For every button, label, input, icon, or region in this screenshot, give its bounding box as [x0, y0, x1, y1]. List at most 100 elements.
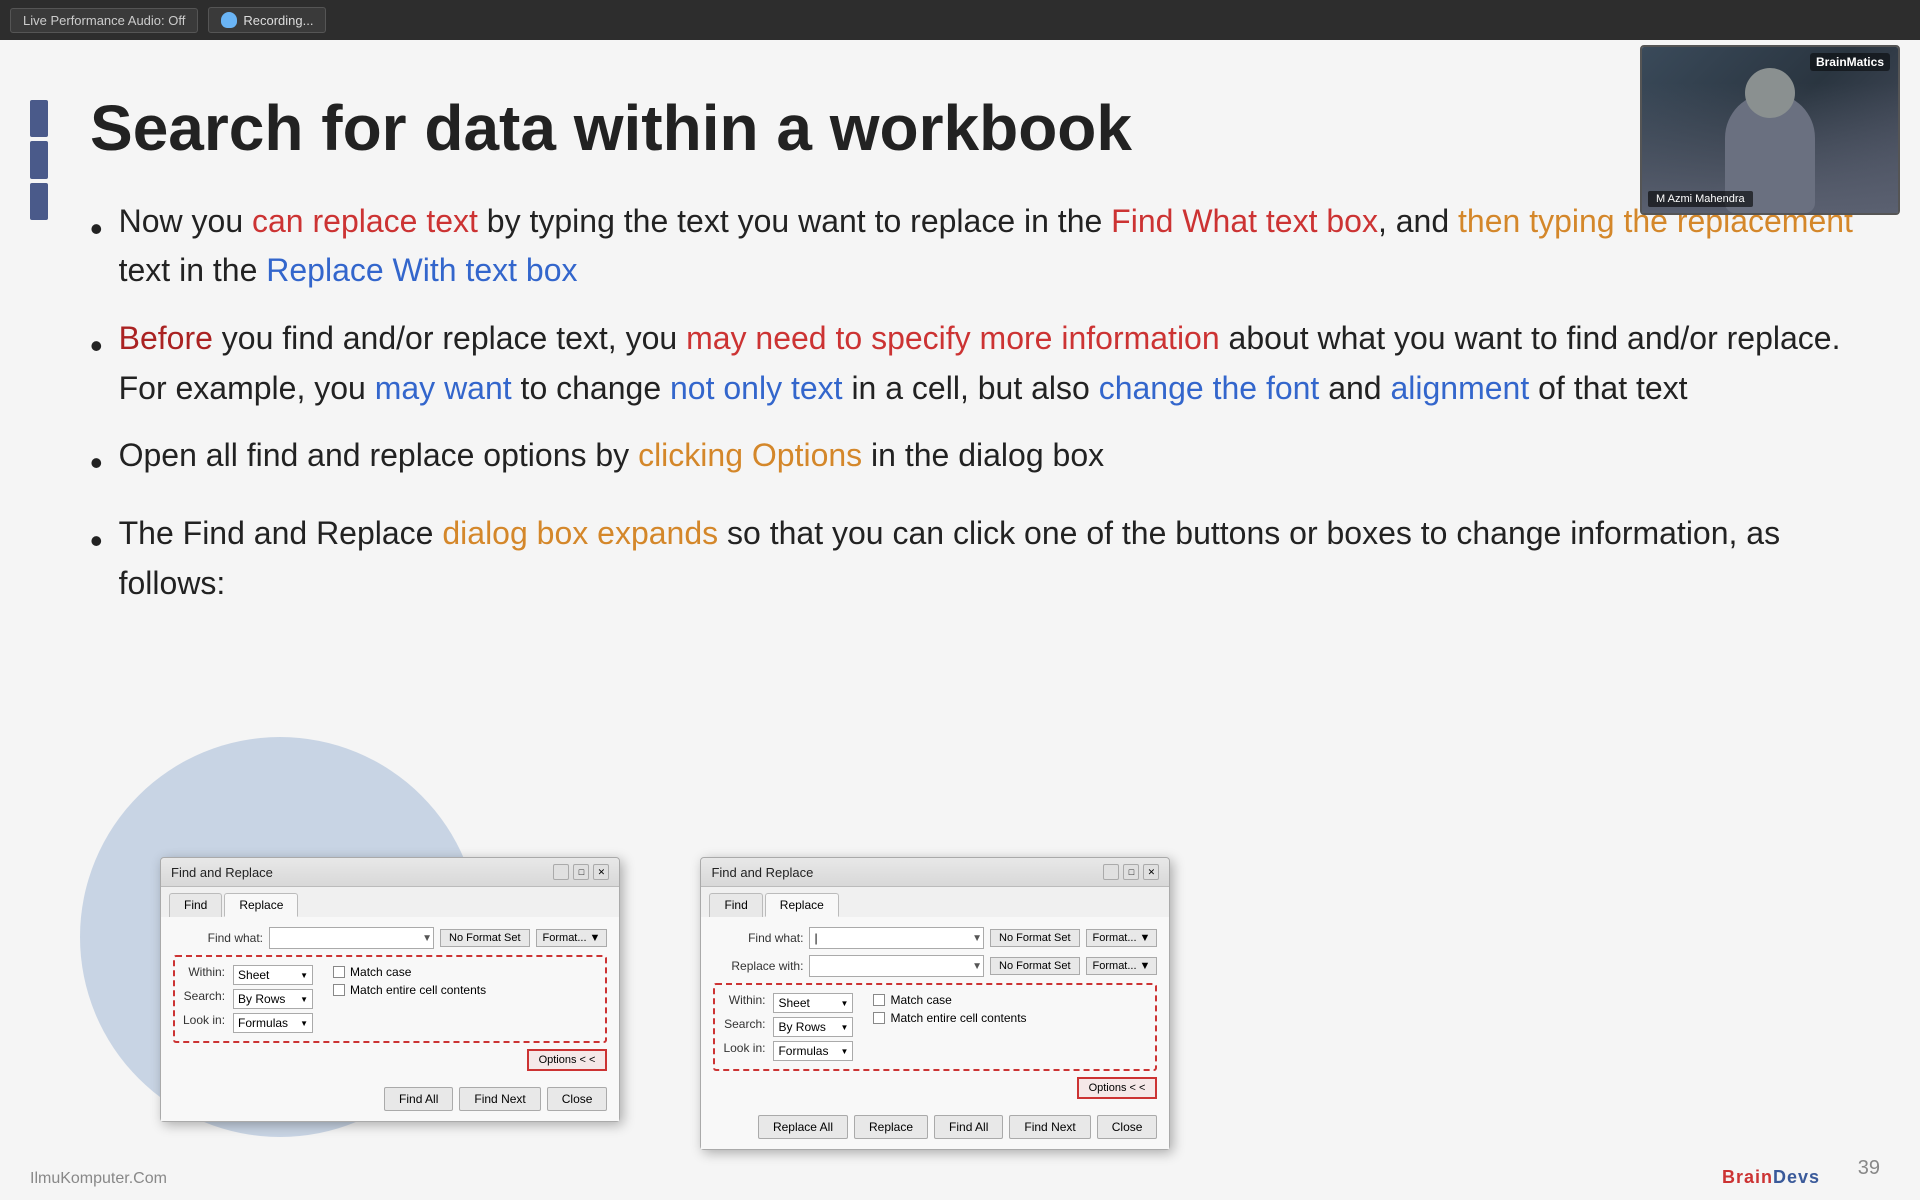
braindevs-logo: BrainDevs — [1722, 1167, 1820, 1188]
dialog1-within-arrow: ▼ — [300, 971, 308, 980]
person-head — [1745, 68, 1795, 118]
dialog1-match-cell-checkbox[interactable] — [333, 984, 345, 996]
recording-btn[interactable]: Recording... — [208, 7, 326, 33]
dialog2-replace-format-btn[interactable]: No Format Set — [990, 957, 1080, 975]
dialog2-find-format-label: Format... — [1093, 932, 1137, 944]
dialog2-within-arrow: ▼ — [841, 999, 849, 1008]
accent-seg-3 — [30, 183, 48, 220]
dialog1-lookin-label: Look in: — [183, 1013, 225, 1033]
slide-number: 39 — [1858, 1157, 1880, 1180]
dialog1-match-case-checkbox[interactable] — [333, 966, 345, 978]
dialog1-options-grid: Within: Sheet ▼ Search: By Rows ▼ — [183, 965, 313, 1033]
dialog2-find-row: Find what: ▼ No Format Set Format... ▼ — [713, 927, 1157, 949]
bullets-container: • Now you can replace text by typing the… — [90, 197, 1860, 608]
dialog1-maximize[interactable]: □ — [573, 864, 589, 880]
dialog2-replace-format-dropdown[interactable]: Format... ▼ — [1086, 957, 1158, 975]
dialog2-match-cell-label: Match entire cell contents — [890, 1011, 1026, 1025]
dialog2-lookin-arrow: ▼ — [841, 1047, 849, 1056]
dialog2-replace-btn[interactable]: Replace — [854, 1115, 928, 1139]
dialog2-lookin-select[interactable]: Formulas ▼ — [773, 1041, 853, 1061]
dialog2-find-input-arrow: ▼ — [972, 933, 982, 944]
webcam-brand-logo: BrainMatics — [1810, 53, 1890, 71]
dialog2-options-grid: Within: Sheet ▼ Search: By Rows ▼ Look i… — [723, 993, 853, 1061]
bullet-text-4: The Find and Replace dialog box expands … — [119, 509, 1860, 608]
span-dialog-expands: dialog box expands — [442, 515, 718, 551]
bullet-dot-2: • — [90, 318, 103, 374]
dialog2-tab-find[interactable]: Find — [709, 893, 762, 917]
dialog2-find-input[interactable] — [809, 927, 984, 949]
dialog1-tab-find[interactable]: Find — [169, 893, 222, 917]
dialog2-search-value: By Rows — [778, 1020, 825, 1034]
dialog2-find-all-btn[interactable]: Find All — [934, 1115, 1003, 1139]
dialog2-footer: Replace All Replace Find All Find Next C… — [701, 1109, 1169, 1149]
dialog2-within-value: Sheet — [778, 996, 809, 1010]
dialog2-find-label: Find what: — [713, 931, 803, 945]
dialog1-within-select[interactable]: Sheet ▼ — [233, 965, 313, 985]
dialog2-search-label: Search: — [723, 1017, 765, 1037]
cloud-icon — [221, 12, 237, 28]
dialog2-replace-row: Replace with: ▼ No Format Set Format... … — [713, 955, 1157, 977]
dialog1-find-next-btn[interactable]: Find Next — [459, 1087, 540, 1111]
span-change-font: change the font — [1099, 370, 1320, 406]
dialog2-options-box: Within: Sheet ▼ Search: By Rows ▼ Look i… — [713, 983, 1157, 1071]
live-audio-btn[interactable]: Live Performance Audio: Off — [10, 8, 198, 33]
dialog2-replace-input-arrow: ▼ — [972, 961, 982, 972]
dialog1-titlebar: Find and Replace □ ✕ — [161, 858, 619, 887]
dialog2-find-format-btn[interactable]: No Format Set — [990, 929, 1080, 947]
dialog2-controls: □ ✕ — [1103, 864, 1159, 880]
dialog1-search-arrow: ▼ — [300, 995, 308, 1004]
dialog2-options-btn[interactable]: Options < < — [1077, 1077, 1158, 1099]
dialog1-close[interactable]: ✕ — [593, 864, 609, 880]
bullet-dot-1: • — [90, 201, 103, 257]
slide-area: Search for data within a workbook • Now … — [0, 40, 1920, 1200]
dialog2-minimize[interactable] — [1103, 864, 1119, 880]
accent-seg-1 — [30, 100, 48, 137]
dialog1-title: Find and Replace — [171, 865, 273, 880]
dialog1-lookin-select[interactable]: Formulas ▼ — [233, 1013, 313, 1033]
dialog1-footer: Find All Find Next Close — [161, 1081, 619, 1121]
dialog2-close-btn[interactable]: Close — [1097, 1115, 1158, 1139]
dialog2: Find and Replace □ ✕ Find Replace Find w… — [700, 857, 1170, 1150]
dialog2-replace-input[interactable] — [809, 955, 984, 977]
dialog1-options-area: Within: Sheet ▼ Search: By Rows ▼ — [183, 965, 597, 1033]
dialog1-find-input[interactable] — [269, 927, 434, 949]
dialog2-match-case-checkbox[interactable] — [873, 994, 885, 1006]
dialog1-input-arrow: ▼ — [422, 933, 432, 944]
dialog1-search-value: By Rows — [238, 992, 285, 1006]
recording-label: Recording... — [243, 13, 313, 28]
dialog1-find-all-btn[interactable]: Find All — [384, 1087, 453, 1111]
dialog2-find-next-btn[interactable]: Find Next — [1009, 1115, 1090, 1139]
dialog2-replace-all-btn[interactable]: Replace All — [758, 1115, 848, 1139]
dialog2-match-cell-checkbox[interactable] — [873, 1012, 885, 1024]
dialog1-lookin-value: Formulas — [238, 1016, 288, 1030]
span-may-want: may want — [375, 370, 512, 406]
dialog1-format-btn[interactable]: No Format Set — [440, 929, 530, 947]
brain-text: Brain — [1722, 1167, 1773, 1187]
dialog2-tab-replace[interactable]: Replace — [765, 893, 839, 917]
bullet-1: • Now you can replace text by typing the… — [90, 197, 1860, 296]
dialog2-title: Find and Replace — [711, 865, 813, 880]
bullet-text-1: Now you can replace text by typing the t… — [119, 197, 1860, 296]
dialog1-search-label: Search: — [183, 989, 225, 1009]
dialog1-options-box: Within: Sheet ▼ Search: By Rows ▼ — [173, 955, 607, 1043]
dialog1-close-btn[interactable]: Close — [547, 1087, 608, 1111]
dialog1-controls: □ ✕ — [553, 864, 609, 880]
watermark: IlmuKomputer.Com — [30, 1170, 167, 1188]
dialog2-find-format-dropdown[interactable]: Format... ▼ — [1086, 929, 1158, 947]
dialog1-match-case-label: Match case — [350, 965, 411, 979]
dialog2-search-select[interactable]: By Rows ▼ — [773, 1017, 853, 1037]
dialog1-tab-replace[interactable]: Replace — [224, 893, 298, 917]
dialog1-tabs: Find Replace — [161, 887, 619, 917]
dialog1: Find and Replace □ ✕ Find Replace Find w… — [160, 857, 620, 1122]
dialog2-maximize[interactable]: □ — [1123, 864, 1139, 880]
dialog2-within-select[interactable]: Sheet ▼ — [773, 993, 853, 1013]
dialog1-minimize[interactable] — [553, 864, 569, 880]
dialog2-close-x[interactable]: ✕ — [1143, 864, 1159, 880]
span-not-only-text: not only text — [670, 370, 843, 406]
dialog2-body: Find what: ▼ No Format Set Format... ▼ R… — [701, 917, 1169, 1109]
dialog2-replace-format-arrow: ▼ — [1140, 960, 1151, 972]
dialog1-format-dropdown[interactable]: Format... ▼ — [536, 929, 608, 947]
dialog1-options-btn[interactable]: Options < < — [527, 1049, 608, 1071]
span-replace-with: Replace With text box — [266, 252, 577, 288]
dialog1-search-select[interactable]: By Rows ▼ — [233, 989, 313, 1009]
